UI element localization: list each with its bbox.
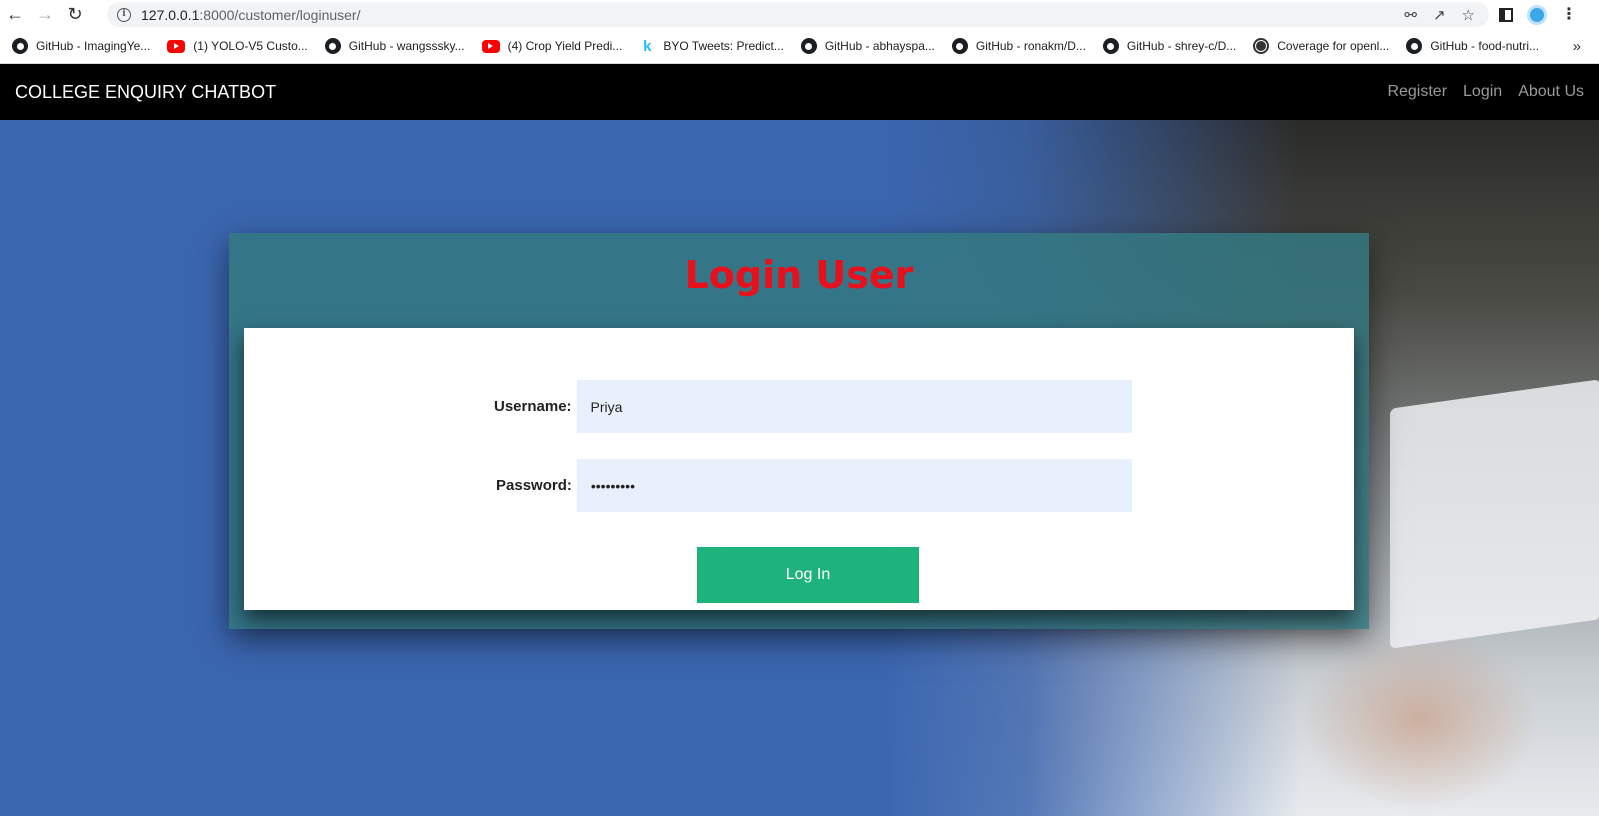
site-info-icon[interactable]: i: [117, 7, 131, 22]
username-input[interactable]: Priya: [576, 380, 1132, 433]
bookmark-item[interactable]: Coverage for openl...: [1253, 29, 1389, 64]
page-title: Login User: [684, 253, 914, 297]
bookmark-label: (4) Crop Yield Predi...: [507, 39, 623, 53]
reload-icon[interactable]: ↻: [60, 0, 90, 29]
bookmark-item[interactable]: GitHub - abhayspa...: [800, 29, 935, 64]
login-button[interactable]: Log In: [697, 547, 919, 603]
bookmark-item[interactable]: (4) Crop Yield Predi...: [481, 29, 623, 64]
site-navbar: COLLEGE ENQUIRY CHATBOT Register Login A…: [0, 64, 1599, 120]
bookmark-item[interactable]: GitHub - food-nutri...: [1406, 29, 1539, 64]
page-content: COLLEGE ENQUIRY CHATBOT Register Login A…: [0, 64, 1599, 816]
login-form: Username: Priya Password: ••••••••• Log …: [244, 328, 1354, 610]
brand-title[interactable]: COLLEGE ENQUIRY CHATBOT: [15, 82, 276, 103]
password-row: Password: •••••••••: [496, 459, 1132, 512]
bookmark-label: BYO Tweets: Predict...: [663, 39, 784, 53]
bookmark-label: GitHub - shrey-c/D...: [1126, 39, 1237, 53]
globe-icon: [1253, 38, 1270, 54]
youtube-icon: [167, 39, 186, 53]
nav-register-link[interactable]: Register: [1387, 83, 1447, 101]
github-icon: [1102, 38, 1119, 54]
username-row: Username: Priya: [494, 380, 1132, 433]
key-icon[interactable]: ⚯: [1404, 6, 1417, 24]
menu-kebab-icon[interactable]: ⋮: [1561, 6, 1577, 22]
github-icon: [12, 38, 28, 54]
bookmark-item[interactable]: (1) YOLO-V5 Custo...: [167, 29, 308, 64]
browser-toolbar: ← → ↻ i 127.0.0.1:8000/customer/loginuse…: [0, 0, 1599, 29]
nav-login-link[interactable]: Login: [1463, 83, 1502, 101]
bookmark-item[interactable]: GitHub - ronakm/D...: [951, 29, 1086, 64]
github-icon: [800, 38, 817, 54]
bookmarks-bar: GitHub - ImagingYe... (1) YOLO-V5 Custo.…: [0, 29, 1599, 64]
github-icon: [951, 38, 968, 54]
youtube-icon: [481, 39, 500, 53]
github-icon: [324, 38, 341, 54]
side-panel-icon[interactable]: [1499, 7, 1513, 22]
bookmark-label: GitHub - ImagingYe...: [36, 39, 151, 53]
bookmark-label: GitHub - food-nutri...: [1430, 39, 1540, 53]
address-bar[interactable]: i 127.0.0.1:8000/customer/loginuser/ ⚯ ↗…: [107, 2, 1489, 27]
bookmark-item[interactable]: k BYO Tweets: Predict...: [639, 29, 784, 64]
bookmark-item[interactable]: GitHub - shrey-c/D...: [1102, 29, 1237, 64]
bookmark-label: Coverage for openl...: [1277, 39, 1390, 53]
bookmark-label: GitHub - ronakm/D...: [975, 39, 1086, 53]
password-input[interactable]: •••••••••: [576, 459, 1132, 512]
bookmark-label: (1) YOLO-V5 Custo...: [193, 39, 308, 53]
kaggle-icon: k: [643, 37, 652, 55]
background-laptop: [1390, 379, 1599, 649]
profile-avatar-icon[interactable]: [1527, 4, 1547, 25]
more-bookmarks-icon[interactable]: »: [1573, 29, 1581, 64]
bookmark-item[interactable]: GitHub - wangsssky...: [324, 29, 465, 64]
nav-links: Register Login About Us: [1387, 83, 1584, 101]
url-path: :8000/customer/loginuser/: [199, 6, 361, 23]
bookmark-label: GitHub - wangsssky...: [348, 39, 465, 53]
url-host: 127.0.0.1: [141, 6, 200, 23]
share-icon[interactable]: ↗: [1433, 6, 1446, 24]
back-arrow-icon[interactable]: ←: [0, 0, 30, 29]
login-card: Login User Username: Priya Password: •••…: [229, 233, 1369, 629]
password-label: Password:: [496, 477, 572, 494]
username-label: Username:: [494, 398, 572, 415]
github-icon: [1406, 38, 1423, 54]
bookmark-label: GitHub - abhayspa...: [824, 39, 935, 53]
nav-about-link[interactable]: About Us: [1518, 83, 1584, 101]
forward-arrow-icon[interactable]: →: [30, 0, 60, 29]
star-icon[interactable]: ☆: [1462, 6, 1475, 24]
bookmark-item[interactable]: GitHub - ImagingYe...: [12, 29, 150, 64]
